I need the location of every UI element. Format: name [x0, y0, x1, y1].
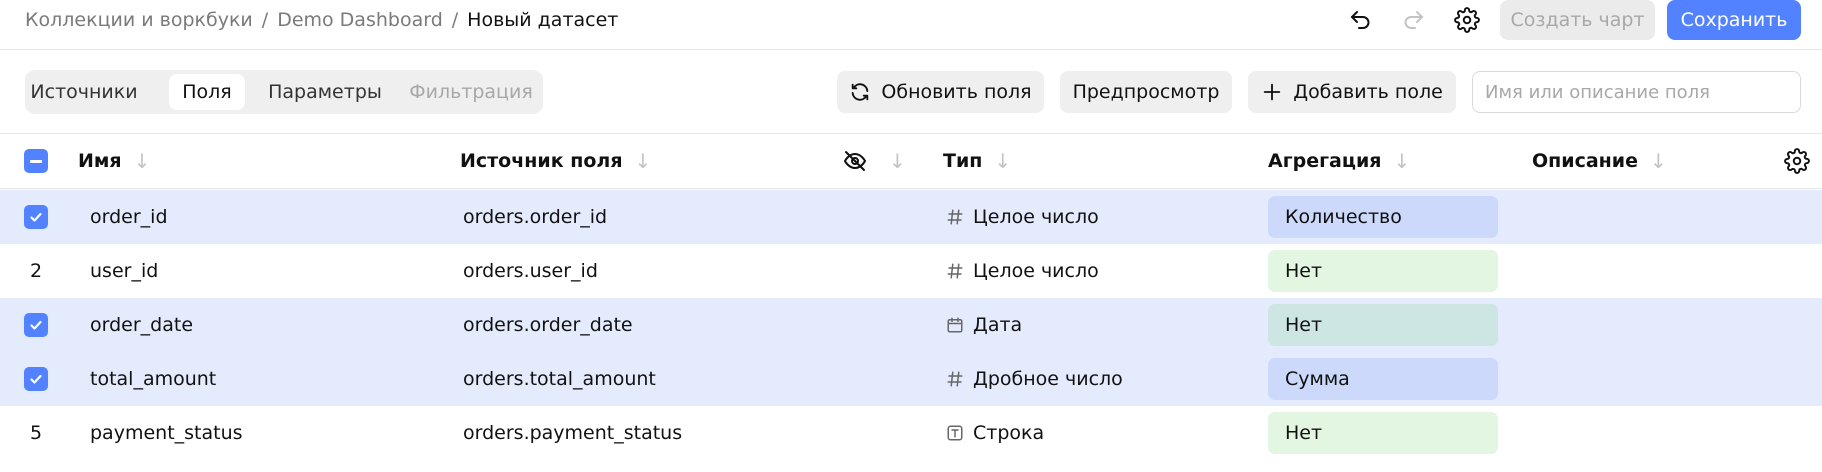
field-type-label: Целое число [973, 260, 1099, 282]
sort-arrow-icon[interactable]: ↓ [889, 149, 906, 173]
breadcrumb-separator: / [451, 9, 459, 31]
breadcrumb: Коллекции и воркбуки / Demo Dashboard / … [25, 8, 618, 32]
table-row[interactable]: 5 payment_status orders.payment_status С… [0, 406, 1822, 460]
text-icon [945, 423, 965, 443]
save-button[interactable]: Сохранить [1667, 0, 1801, 40]
column-type-label: Тип [943, 150, 983, 172]
redo-icon[interactable] [1398, 4, 1430, 36]
row-checkbox[interactable] [24, 367, 48, 391]
table-row[interactable]: order_date orders.order_date Дата Нет [0, 298, 1822, 352]
tab-fields[interactable]: Поля [169, 74, 245, 110]
column-hidden[interactable]: ↓ [843, 134, 906, 188]
select-all-checkbox[interactable] [24, 149, 48, 173]
column-source-label: Источник поля [460, 150, 623, 172]
add-field-button[interactable]: Добавить поле [1248, 71, 1456, 113]
aggregation-select[interactable]: Сумма [1268, 358, 1498, 400]
refresh-fields-label: Обновить поля [881, 81, 1032, 103]
field-source[interactable]: orders.payment_status [463, 406, 682, 460]
field-type-label: Дробное число [973, 368, 1123, 390]
gear-icon[interactable] [1451, 4, 1483, 36]
field-name[interactable]: order_date [90, 298, 193, 352]
field-source[interactable]: orders.order_id [463, 190, 607, 244]
breadcrumb-workbook[interactable]: Demo Dashboard [277, 9, 443, 31]
field-search-input[interactable] [1472, 71, 1801, 113]
page-title: Новый датасет [467, 9, 619, 31]
column-source[interactable]: Источник поля ↓ [460, 134, 651, 188]
aggregation-select[interactable]: Нет [1268, 412, 1498, 454]
breadcrumb-separator: / [261, 9, 269, 31]
calendar-icon [945, 315, 965, 335]
field-type-label: Строка [973, 422, 1045, 444]
field-type[interactable]: Дробное число [945, 352, 1123, 406]
sort-arrow-icon[interactable]: ↓ [994, 149, 1011, 173]
table-row[interactable]: order_id orders.order_id Целое число Кол… [0, 190, 1822, 244]
field-type[interactable]: Целое число [945, 244, 1099, 298]
column-type[interactable]: Тип ↓ [943, 134, 1011, 188]
add-field-label: Добавить поле [1293, 81, 1443, 103]
hash-icon [945, 369, 965, 389]
row-number: 5 [29, 422, 43, 444]
hash-icon [945, 207, 965, 227]
field-name[interactable]: payment_status [90, 406, 243, 460]
tab-filtering: Фильтрация [409, 81, 533, 103]
field-type-label: Целое число [973, 206, 1099, 228]
check-icon [28, 209, 44, 225]
tab-parameters[interactable]: Параметры [265, 74, 385, 110]
column-aggregation[interactable]: Агрегация ↓ [1268, 134, 1410, 188]
table-header: Имя ↓ Источник поля ↓ ↓ Тип ↓ Агрегация … [0, 133, 1822, 189]
refresh-fields-button[interactable]: Обновить поля [837, 71, 1044, 113]
aggregation-select[interactable]: Количество [1268, 196, 1498, 238]
undo-icon[interactable] [1344, 4, 1376, 36]
column-name[interactable]: Имя ↓ [78, 134, 150, 188]
hash-icon [945, 261, 965, 281]
field-source[interactable]: orders.total_amount [463, 352, 656, 406]
column-name-label: Имя [78, 150, 122, 172]
field-source[interactable]: orders.order_date [463, 298, 633, 352]
column-description[interactable]: Описание ↓ [1532, 134, 1667, 188]
sort-arrow-icon[interactable]: ↓ [1393, 149, 1410, 173]
table-row[interactable]: 2 user_id orders.user_id Целое число Нет [0, 244, 1822, 298]
sort-arrow-icon[interactable]: ↓ [635, 149, 652, 173]
eye-off-icon [843, 149, 867, 173]
aggregation-select[interactable]: Нет [1268, 304, 1498, 346]
field-type[interactable]: Дата [945, 298, 1022, 352]
app-header: Коллекции и воркбуки / Demo Dashboard / … [0, 0, 1822, 50]
preview-button[interactable]: Предпросмотр [1060, 71, 1232, 113]
create-chart-button[interactable]: Создать чарт [1500, 0, 1655, 40]
check-icon [28, 317, 44, 333]
field-source[interactable]: orders.user_id [463, 244, 598, 298]
tab-sources[interactable]: Источники [29, 74, 139, 110]
row-checkbox[interactable] [24, 205, 48, 229]
column-aggregation-label: Агрегация [1268, 150, 1382, 172]
field-type[interactable]: Целое число [945, 190, 1099, 244]
field-name[interactable]: order_id [90, 190, 168, 244]
refresh-icon [849, 81, 871, 103]
breadcrumb-collections[interactable]: Коллекции и воркбуки [25, 9, 253, 31]
table-row[interactable]: total_amount orders.total_amount Дробное… [0, 352, 1822, 406]
sort-arrow-icon[interactable]: ↓ [134, 149, 151, 173]
check-icon [28, 371, 44, 387]
field-type[interactable]: Строка [945, 406, 1044, 460]
row-number: 2 [29, 260, 43, 282]
field-type-label: Дата [973, 314, 1023, 336]
table-settings-icon[interactable] [1784, 134, 1810, 188]
row-checkbox[interactable] [24, 313, 48, 337]
column-description-label: Описание [1532, 150, 1639, 172]
field-name[interactable]: total_amount [90, 352, 216, 406]
field-name[interactable]: user_id [90, 244, 158, 298]
aggregation-select[interactable]: Нет [1268, 250, 1498, 292]
sort-arrow-icon[interactable]: ↓ [1650, 149, 1667, 173]
tab-bar: Источники Поля Параметры Фильтрация [25, 70, 543, 114]
plus-icon [1261, 81, 1283, 103]
minus-icon [30, 159, 42, 163]
